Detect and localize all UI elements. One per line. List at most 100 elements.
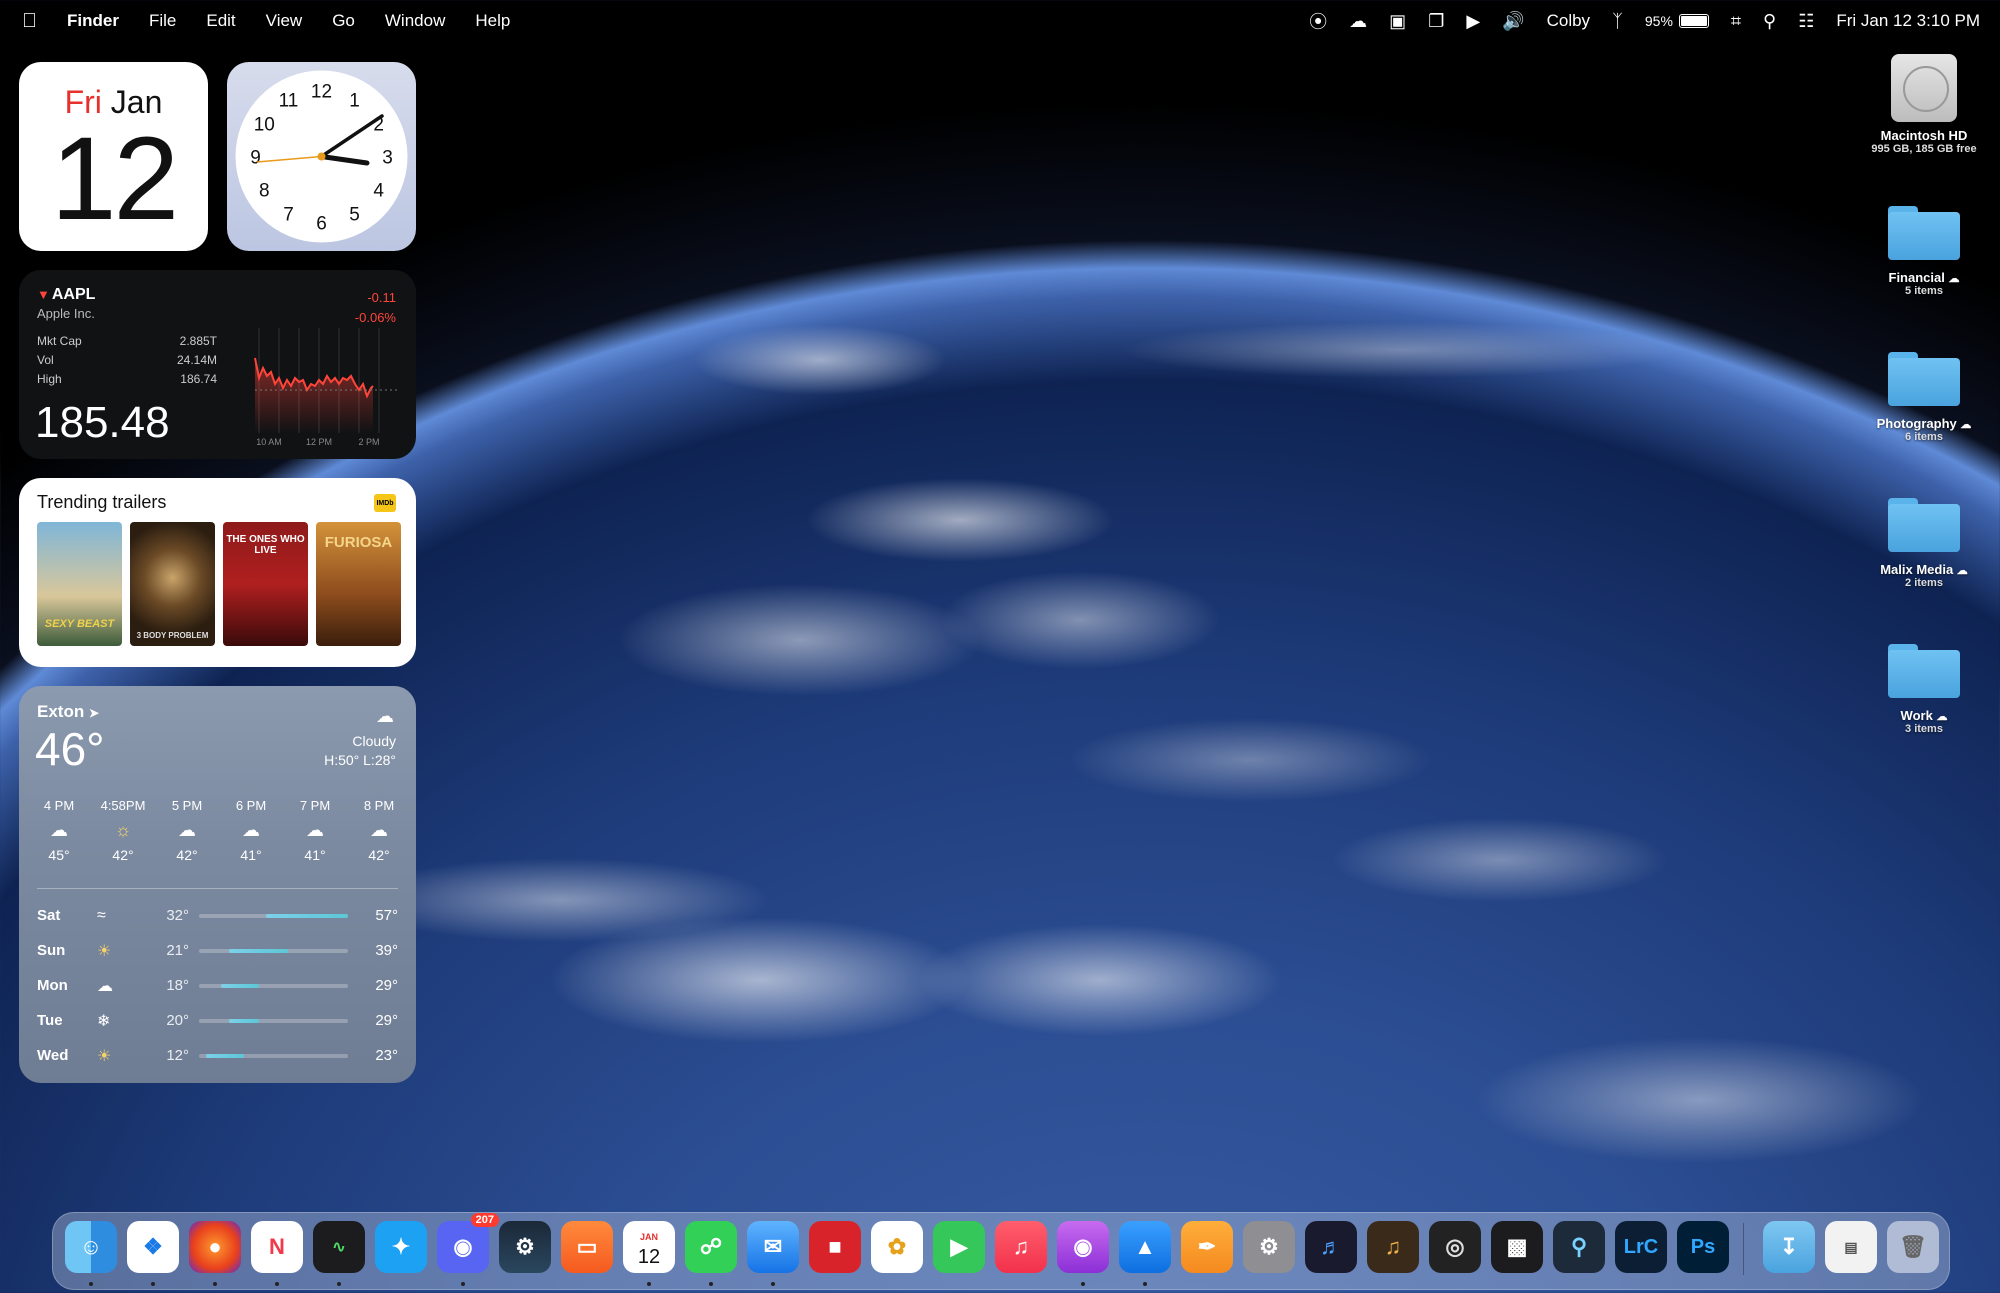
safari-compass-icon: ❖	[143, 1234, 163, 1259]
airdrop-icon[interactable]: ⦿	[1309, 8, 1327, 34]
folder-icon	[1888, 498, 1960, 552]
clock-numeral: 8	[259, 181, 270, 202]
dock-system-settings[interactable]: ⚙	[1243, 1221, 1295, 1273]
dock-firefox[interactable]: ●	[189, 1221, 241, 1286]
dock-downloads-folder[interactable]: ↧	[1763, 1221, 1815, 1273]
apple-menu-icon[interactable]: 	[22, 10, 37, 33]
dock-podcasts[interactable]: ◉	[1057, 1221, 1109, 1286]
dock-quicktime[interactable]: ⚲	[1553, 1221, 1605, 1273]
finder-icon: ☺	[79, 1234, 103, 1259]
user-name[interactable]: Colby	[1547, 11, 1590, 31]
poster-furiosa[interactable]: FURIOSA	[316, 522, 401, 646]
stock-company: Apple Inc.	[37, 306, 95, 321]
folder-icon	[1888, 206, 1960, 260]
dock-twitter[interactable]: ✦	[375, 1221, 427, 1273]
sun-icon: ☀	[97, 1047, 112, 1065]
battery-icon	[1678, 14, 1709, 28]
dock-keynote[interactable]: ▲	[1119, 1221, 1171, 1286]
volume-icon[interactable]: 🔊	[1502, 11, 1524, 32]
dock-books[interactable]: ▭	[561, 1221, 613, 1273]
dock-music[interactable]: ♫	[995, 1221, 1047, 1273]
cloud-icon: ☁	[376, 706, 394, 726]
dock-finder[interactable]: ☺	[65, 1221, 117, 1286]
menu-edit[interactable]: Edit	[206, 11, 235, 31]
wifi-icon[interactable]: ⌗	[1731, 11, 1741, 32]
dock-lightroom-classic[interactable]: LrC	[1615, 1221, 1667, 1273]
menu-window[interactable]: Window	[385, 11, 445, 31]
temp-range-bar	[199, 983, 348, 988]
creative-cloud-icon[interactable]: ☁	[1349, 11, 1367, 32]
now-playing-icon[interactable]: ▶	[1466, 11, 1480, 32]
calendar-widget[interactable]: Fri Jan 12	[19, 62, 208, 251]
desktop-icon-macintosh-hd[interactable]: Macintosh HD 995 GB, 185 GB free	[1844, 54, 2000, 155]
dock-garageband[interactable]: ♫	[1367, 1221, 1419, 1273]
hourly-item: 5 PM ☁ 42°	[157, 798, 217, 863]
screen-mirroring-icon[interactable]: ❐	[1428, 11, 1444, 32]
poster-sexy-beast[interactable]: SEXY BEAST	[37, 522, 122, 646]
dock-discord[interactable]: ◉ 207	[437, 1213, 499, 1286]
menu-file[interactable]: File	[149, 11, 176, 31]
desktop-icon-work[interactable]: Work ☁ 3 items	[1844, 644, 2000, 735]
dock-final-cut-pro[interactable]: ▩	[1491, 1221, 1543, 1273]
photos-flower-icon: ✿	[887, 1234, 907, 1259]
twitter-bird-icon: ✦	[391, 1234, 411, 1259]
control-center-icon[interactable]: ☷	[1798, 11, 1814, 32]
dock-acrobat[interactable]: ■	[809, 1221, 861, 1273]
dock-trash[interactable]: 🗑	[1887, 1221, 1939, 1273]
clock-numeral: 11	[279, 90, 299, 111]
dock-separator	[1743, 1223, 1744, 1275]
stocks-widget[interactable]: ▼ AAPL Apple Inc. -0.11 -0.06% Mkt Cap 2.8…	[19, 270, 416, 459]
dock-calendar[interactable]: JAN 12	[623, 1221, 675, 1286]
dock-news[interactable]: N	[251, 1221, 303, 1286]
dock-photoshop[interactable]: Ps	[1677, 1221, 1729, 1273]
dock-recent-window[interactable]: ▤	[1825, 1221, 1877, 1273]
dock-steam[interactable]: ⚙	[499, 1221, 551, 1273]
news-icon: N	[269, 1234, 285, 1259]
display-icon[interactable]: ▣	[1389, 11, 1406, 32]
bluetooth-icon[interactable]: ᛉ	[1612, 11, 1623, 32]
dock-activity-monitor[interactable]: ∿	[313, 1221, 365, 1286]
menu-clock[interactable]: Fri Jan 12 3:10 PM	[1836, 11, 1980, 31]
guitar-icon: ♫	[1384, 1234, 1402, 1259]
dock-logic-pro[interactable]: ◎	[1429, 1221, 1481, 1273]
dock-safari[interactable]: ❖	[127, 1221, 179, 1286]
clock-numeral: 10	[254, 115, 275, 136]
daily-row: Tue ❄ 20° 29°	[37, 1012, 398, 1030]
daily-row: Mon ☁ 18° 29°	[37, 977, 398, 995]
stock-change: -0.11 -0.06%	[354, 290, 396, 325]
menu-app-name[interactable]: Finder	[67, 11, 119, 31]
firefox-icon: ●	[208, 1234, 222, 1259]
weather-divider	[37, 888, 398, 889]
icloud-icon: ☁	[1956, 565, 1968, 577]
cloud-icon: ☁	[242, 820, 260, 840]
stock-stats: Mkt Cap 2.885T Vol 24.14M High 186.74	[37, 334, 217, 386]
dock-facetime[interactable]: ▶	[933, 1221, 985, 1273]
weather-widget[interactable]: Exton ➤ 46° ☁ Cloudy H:50° L:28° 4 PM ☁ 45…	[19, 686, 416, 1083]
dock-photos[interactable]: ✿	[871, 1221, 923, 1273]
imdb-logo-icon: IMDb	[374, 494, 396, 512]
desktop-icon-financial[interactable]: Financial ☁ 5 items	[1844, 206, 2000, 297]
envelope-icon: ✉	[763, 1234, 783, 1259]
daily-row: Sun ☀ 21° 39°	[37, 942, 398, 960]
dock-audacity[interactable]: ♬	[1305, 1221, 1357, 1273]
temp-range-bar	[199, 1018, 348, 1023]
menu-go[interactable]: Go	[332, 11, 355, 31]
poster-the-ones-who-live[interactable]: THE ONES WHO LIVE	[223, 522, 308, 646]
video-camera-icon: ▶	[950, 1234, 968, 1259]
desktop-icon-malix-media[interactable]: Malix Media ☁ 2 items	[1844, 498, 2000, 589]
trending-trailers-widget[interactable]: Trending trailers IMDb SEXY BEAST 3 BODY…	[19, 478, 416, 667]
poster-3-body-problem[interactable]: 3 BODY PROBLEM	[130, 522, 215, 646]
menu-help[interactable]: Help	[475, 11, 510, 31]
trailers-title: Trending trailers	[37, 492, 167, 512]
desktop-icon-photography[interactable]: Photography ☁ 6 items	[1844, 352, 2000, 443]
battery-status[interactable]: 95%	[1645, 13, 1709, 29]
spotlight-search-icon[interactable]: ⚲	[1763, 11, 1776, 32]
weather-condition: Cloudy H:50° L:28°	[324, 733, 396, 768]
dock-messages[interactable]: ☍	[685, 1221, 737, 1286]
dock-pages[interactable]: ✒	[1181, 1221, 1233, 1273]
clock-numeral: 6	[316, 214, 327, 235]
clock-widget[interactable]: 12 1 2 3 4 5 6 7 8 9 10 11	[227, 62, 416, 251]
menu-view[interactable]: View	[266, 11, 303, 31]
podcast-icon: ◉	[1073, 1234, 1093, 1259]
dock-mail[interactable]: ✉	[747, 1221, 799, 1286]
